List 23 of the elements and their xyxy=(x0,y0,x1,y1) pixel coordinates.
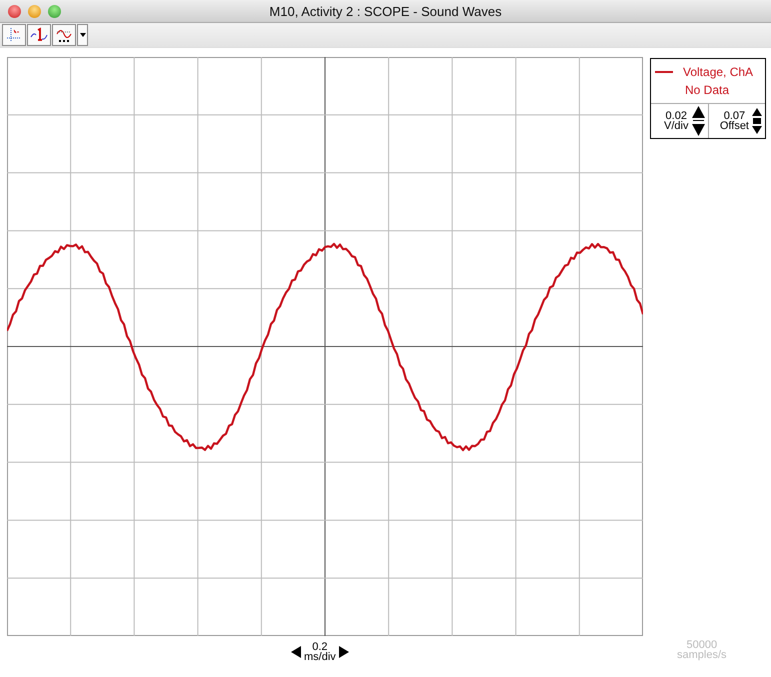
caret-icon xyxy=(80,33,86,37)
decrease-arrow-icon[interactable] xyxy=(291,646,301,658)
trace-button[interactable] xyxy=(27,24,51,46)
trace-icon xyxy=(30,26,48,44)
series-label: Voltage, ChA xyxy=(683,65,754,79)
wave-options-button[interactable] xyxy=(52,24,76,46)
window-title: M10, Activity 2 : SCOPE - Sound Waves xyxy=(269,4,502,18)
dropdown-button[interactable] xyxy=(77,24,88,46)
increase-arrow-icon[interactable] xyxy=(338,646,349,658)
status-label: No Data xyxy=(685,83,730,97)
timebase-unit: ms/div xyxy=(304,652,336,662)
offset-unit: Offset xyxy=(720,121,749,131)
graph-axes-button[interactable] xyxy=(2,24,26,46)
sample-rate-value: 50000 xyxy=(686,640,718,650)
stepper-icon[interactable] xyxy=(752,108,762,134)
close-button[interactable] xyxy=(8,4,21,18)
scale-value: 0.02 xyxy=(666,111,687,121)
timebase-value: 0.2 xyxy=(312,642,328,652)
stepper-icon[interactable] xyxy=(692,106,704,136)
offset-value: 0.07 xyxy=(724,111,746,121)
axes-icon xyxy=(5,26,23,44)
scale-unit: V/div xyxy=(664,121,688,131)
sample-rate-unit: samples/s xyxy=(677,650,727,660)
